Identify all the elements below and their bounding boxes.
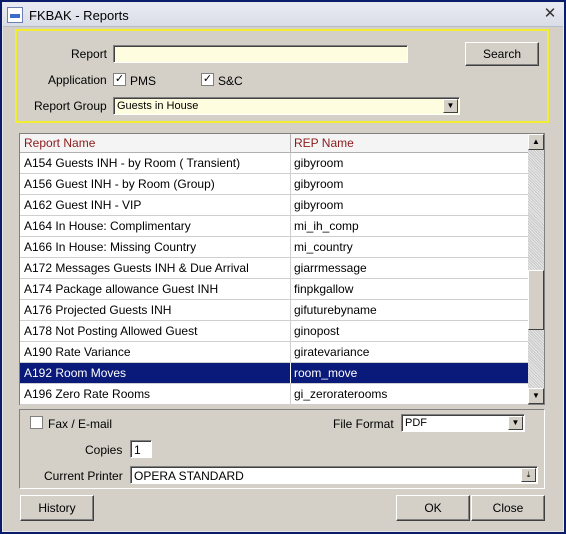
fax-email-checkbox[interactable]: [30, 416, 43, 429]
rep-name-cell: ginopost: [294, 324, 340, 338]
sc-label: S&C: [218, 74, 243, 88]
report-name-cell: A176 Projected Guests INH: [24, 303, 172, 317]
report-grid: Report Name REP Name A154 Guests INH - b…: [19, 133, 545, 405]
scroll-up-icon[interactable]: ▲: [528, 134, 544, 150]
report-name-cell: A192 Room Moves: [24, 366, 127, 380]
pms-label: PMS: [130, 74, 157, 88]
report-name-cell: A166 In House: Missing Country: [24, 240, 197, 254]
printer-dropdown-icon[interactable]: ⤓: [521, 468, 536, 482]
file-format-label: File Format: [333, 417, 394, 431]
close-icon[interactable]: ✕: [541, 6, 559, 23]
table-row[interactable]: A156 Guest INH - by Room (Group) gibyroom: [20, 174, 528, 195]
copies-input[interactable]: 1: [130, 440, 152, 458]
table-row[interactable]: A162 Guest INH - VIP gibyroom: [20, 195, 528, 216]
table-row[interactable]: A190 Rate Variance giratevariance: [20, 342, 528, 363]
rep-name-cell: gibyroom: [294, 198, 344, 212]
copies-label: Copies: [85, 443, 123, 457]
table-row[interactable]: A178 Not Posting Allowed Guest ginopost: [20, 321, 528, 342]
title-bar: FKBAK - Reports ✕: [3, 3, 563, 27]
sc-checkbox[interactable]: ✓: [201, 73, 214, 86]
search-button[interactable]: Search: [465, 42, 539, 66]
reports-window: FKBAK - Reports ✕ Report Search Applicat…: [2, 2, 564, 532]
table-row[interactable]: A176 Projected Guests INH gifuturebyname: [20, 300, 528, 321]
rep-name-cell: giarrmessage: [294, 261, 367, 275]
table-row[interactable]: A154 Guests INH - by Room ( Transient) gi…: [20, 153, 528, 174]
scroll-down-icon[interactable]: ▼: [528, 388, 544, 404]
table-row[interactable]: A172 Messages Guests INH & Due Arrival gi…: [20, 258, 528, 279]
chevron-down-icon[interactable]: ▼: [443, 99, 458, 113]
rep-name-cell: gi_zeroraterooms: [294, 387, 388, 401]
table-row[interactable]: A196 Zero Rate Rooms gi_zeroraterooms: [20, 384, 528, 405]
app-icon: [7, 7, 23, 23]
pms-checkbox[interactable]: ✓: [113, 73, 126, 86]
table-row[interactable]: A166 In House: Missing Country mi_country: [20, 237, 528, 258]
table-row[interactable]: A192 Room Moves room_move: [20, 363, 528, 384]
history-button[interactable]: History: [20, 495, 94, 521]
rep-name-cell: gibyroom: [294, 177, 344, 191]
report-name-cell: A172 Messages Guests INH & Due Arrival: [24, 261, 249, 275]
report-name-cell: A196 Zero Rate Rooms: [24, 387, 151, 401]
scroll-thumb[interactable]: [528, 270, 544, 330]
column-header-report-name[interactable]: Report Name: [24, 136, 95, 150]
report-name-cell: A164 In House: Complimentary: [24, 219, 191, 233]
report-name-cell: A156 Guest INH - by Room (Group): [24, 177, 215, 191]
report-name-cell: A174 Package allowance Guest INH: [24, 282, 219, 296]
current-printer-label: Current Printer: [44, 469, 123, 483]
rep-name-cell: gifuturebyname: [294, 303, 377, 317]
application-label: Application: [48, 73, 107, 87]
fax-email-label: Fax / E-mail: [48, 417, 113, 431]
action-bar: History OK Close: [15, 493, 551, 527]
report-name-cell: A154 Guests INH - by Room ( Transient): [24, 156, 241, 170]
rep-name-cell: finpkgallow: [294, 282, 354, 296]
rep-name-cell: gibyroom: [294, 156, 344, 170]
grid-rows: A154 Guests INH - by Room ( Transient) gi…: [20, 153, 528, 405]
column-header-rep-name[interactable]: REP Name: [294, 136, 354, 150]
table-row[interactable]: A164 In House: Complimentary mi_ih_comp: [20, 216, 528, 237]
window-title: FKBAK - Reports: [29, 8, 129, 23]
rep-name-cell: giratevariance: [294, 345, 370, 359]
report-name-cell: A178 Not Posting Allowed Guest: [24, 324, 198, 338]
rep-name-cell: mi_country: [294, 240, 353, 254]
rep-name-cell: mi_ih_comp: [294, 219, 359, 233]
report-label: Report: [71, 47, 108, 61]
report-group-label: Report Group: [34, 99, 107, 113]
close-button[interactable]: Close: [471, 495, 545, 521]
table-row[interactable]: A174 Package allowance Guest INH finpkgal…: [20, 279, 528, 300]
file-format-select[interactable]: PDF ▼: [401, 414, 525, 432]
report-name-cell: A162 Guest INH - VIP: [24, 198, 142, 212]
grid-header: Report Name REP Name: [20, 134, 528, 153]
ok-button[interactable]: OK: [396, 495, 470, 521]
chevron-down-icon[interactable]: ▼: [508, 416, 523, 430]
current-printer-select[interactable]: OPERA STANDARD ⤓: [130, 466, 538, 484]
output-options-panel: Fax / E-mail File Format PDF ▼ Copies 1 …: [19, 409, 545, 489]
report-group-select[interactable]: Guests in House ▼: [113, 97, 460, 115]
search-criteria-panel: Report Search Application ✓ PMS ✓ S&C Re…: [15, 29, 549, 123]
vertical-scrollbar[interactable]: ▲ ▼: [528, 134, 544, 404]
report-input[interactable]: [113, 45, 408, 63]
rep-name-cell: room_move: [294, 366, 358, 380]
report-name-cell: A190 Rate Variance: [24, 345, 131, 359]
